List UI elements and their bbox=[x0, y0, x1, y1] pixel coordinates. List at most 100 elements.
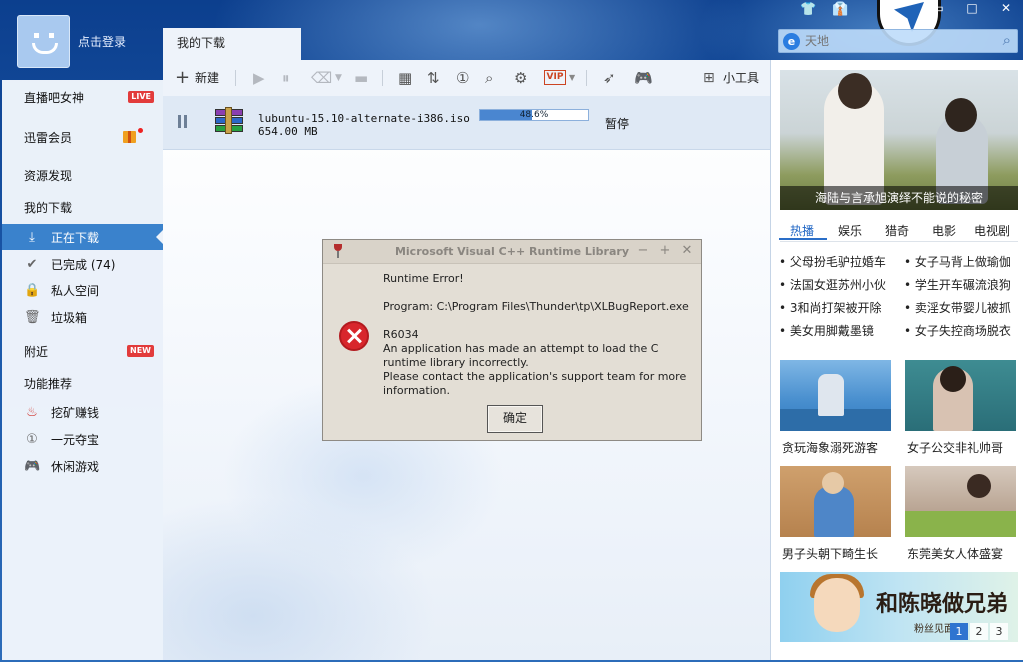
browser-icon: e bbox=[783, 33, 800, 50]
sidebar-section-recommend: 功能推荐 bbox=[2, 370, 163, 396]
minimize-button[interactable]: ▭ bbox=[921, 0, 955, 18]
sidebar-item-discover[interactable]: 资源发现 bbox=[2, 162, 163, 188]
coin-icon: ① bbox=[26, 431, 38, 447]
login-link[interactable]: 点击登录 bbox=[78, 33, 126, 50]
toolbar-divider bbox=[586, 70, 587, 86]
news-link[interactable]: • 学生开车碾流浪狗 bbox=[904, 276, 1020, 293]
recommend-panel: 海陆与言承旭演绎不能说的秘密 热播 娱乐 猎奇 电影 电视剧 • 父母扮毛驴拉婚… bbox=[770, 60, 1023, 660]
sidebar-item-label: 已完成 (74) bbox=[51, 257, 116, 272]
dialog-minimize-button[interactable]: − bbox=[635, 243, 651, 258]
search-icon[interactable]: ⌕ bbox=[485, 68, 493, 88]
news-link[interactable]: • 父母扮毛驴拉婚车 bbox=[779, 253, 895, 270]
winrar-file-icon bbox=[213, 107, 245, 135]
pager-dot-3[interactable]: 3 bbox=[990, 623, 1008, 640]
tab-tv[interactable]: 电视剧 bbox=[974, 222, 1010, 239]
banner-person-head bbox=[945, 98, 977, 132]
pager-dot-2[interactable]: 2 bbox=[970, 623, 988, 640]
sidebar-item-treasure[interactable]: ① 一元夺宝 bbox=[2, 426, 163, 452]
dialog-controls: − + ✕ bbox=[635, 243, 695, 258]
video-caption[interactable]: 东莞美女人体盛宴 bbox=[907, 545, 1003, 562]
video-caption[interactable]: 女子公交非礼帅哥 bbox=[907, 439, 1003, 456]
video-thumbnail[interactable] bbox=[905, 360, 1016, 431]
sidebar-item-my-downloads[interactable]: 我的下载 bbox=[2, 194, 163, 220]
maximize-button[interactable]: □ bbox=[955, 0, 989, 18]
new-task-button[interactable]: 新建 bbox=[195, 68, 219, 88]
tab-entertainment[interactable]: 娱乐 bbox=[838, 222, 862, 239]
vip-icon[interactable]: VIP bbox=[544, 70, 566, 85]
progress-text: 48.6% bbox=[519, 110, 549, 120]
grid-view-icon[interactable]: ▦ bbox=[398, 68, 412, 88]
dialog-maximize-button[interactable]: + bbox=[657, 243, 673, 258]
sidebar-item-label: 直播吧女神 bbox=[24, 90, 85, 105]
featured-banner[interactable]: 海陆与言承旭演绎不能说的秘密 bbox=[780, 70, 1018, 210]
sidebar-item-label: 挖矿赚钱 bbox=[51, 405, 100, 420]
tab-curious[interactable]: 猎奇 bbox=[885, 222, 909, 239]
start-icon[interactable]: ▶ bbox=[253, 68, 265, 88]
user-avatar[interactable] bbox=[17, 15, 70, 68]
pager-dot-1[interactable]: 1 bbox=[950, 623, 968, 640]
tab-movies[interactable]: 电影 bbox=[932, 222, 956, 239]
news-title: 学生开车碾流浪狗 bbox=[914, 278, 1011, 292]
gift-icon bbox=[123, 131, 136, 143]
sidebar-item-vip[interactable]: 迅雷会员 bbox=[2, 124, 163, 150]
video-caption[interactable]: 贪玩海象溺死游客 bbox=[782, 439, 878, 456]
status-text: 暂停 bbox=[605, 117, 630, 131]
sidebar-item-private[interactable]: 🔒 私人空间 bbox=[2, 277, 163, 303]
trash-icon: 🗑 bbox=[24, 309, 41, 325]
toolbar-divider bbox=[235, 70, 236, 86]
tab-my-downloads[interactable]: 我的下载 bbox=[163, 28, 301, 60]
rar-strap bbox=[225, 107, 232, 134]
news-link[interactable]: • 法国女逛苏州小伙 bbox=[779, 276, 895, 293]
sidebar-item-nearby[interactable]: 附近 NEW bbox=[2, 338, 163, 364]
video-thumbnail[interactable] bbox=[780, 466, 891, 537]
new-badge: NEW bbox=[127, 345, 154, 357]
one-icon[interactable]: ① bbox=[456, 68, 469, 88]
sidebar-item-downloading[interactable]: ⤓ 正在下载 bbox=[2, 224, 163, 250]
news-link[interactable]: • 女子马背上做瑜伽 bbox=[904, 253, 1020, 270]
table-row[interactable]: lubuntu-15.10-alternate-i386.iso 654.00 … bbox=[163, 96, 770, 150]
speed-icon[interactable]: ➶ bbox=[603, 68, 616, 88]
avatar-eye-left bbox=[34, 33, 39, 38]
file-size: 654.00 MB bbox=[258, 125, 318, 138]
search-box: e ⌕ bbox=[778, 29, 1018, 53]
video-thumbnail[interactable] bbox=[780, 360, 891, 431]
shirt-icon[interactable]: 👔 bbox=[832, 2, 848, 17]
pause-button[interactable] bbox=[177, 115, 189, 129]
video-caption[interactable]: 男子头朝下畸生长 bbox=[782, 545, 878, 562]
lock-icon: 🔒 bbox=[24, 282, 41, 298]
sidebar-item-label: 正在下载 bbox=[51, 230, 100, 245]
checkmark-icon: ✔ bbox=[26, 256, 38, 272]
gamepad-icon[interactable]: 🎮 bbox=[634, 68, 653, 88]
sidebar-item-mining[interactable]: ♨ 挖矿赚钱 bbox=[2, 399, 163, 425]
tab-hot[interactable]: 热播 bbox=[790, 222, 814, 239]
pause-icon[interactable]: ⏸ bbox=[282, 68, 290, 88]
search-input[interactable] bbox=[805, 32, 991, 50]
skin-icon[interactable]: 👕 bbox=[800, 2, 816, 17]
chevron-down-icon[interactable]: ▼ bbox=[335, 68, 342, 88]
news-link[interactable]: • 女子失控商场脱衣 bbox=[904, 322, 1020, 339]
news-link[interactable]: • 卖淫女带婴儿被抓 bbox=[904, 299, 1020, 316]
close-button[interactable]: ✕ bbox=[989, 0, 1023, 18]
news-link[interactable]: • 3和尚打架被开除 bbox=[779, 299, 895, 316]
sidebar-item-trash[interactable]: 🗑 垃圾箱 bbox=[2, 304, 163, 330]
gear-icon[interactable]: ⚙ bbox=[514, 68, 527, 88]
video-thumbnail[interactable] bbox=[905, 466, 1016, 537]
news-title: 卖淫女带婴儿被抓 bbox=[914, 301, 1011, 315]
sidebar-item-games[interactable]: 🎮 休闲游戏 bbox=[2, 453, 163, 479]
sidebar-item-completed[interactable]: ✔ 已完成 (74) bbox=[2, 251, 163, 277]
dialog-close-button[interactable]: ✕ bbox=[679, 243, 695, 258]
search-icon[interactable]: ⌕ bbox=[1003, 31, 1011, 49]
sidebar-item-label: 一元夺宝 bbox=[51, 432, 100, 447]
news-link[interactable]: • 美女用脚戴墨镜 bbox=[779, 322, 895, 339]
sidebar-item-live[interactable]: 直播吧女神 LIVE bbox=[2, 84, 163, 110]
new-task-icon[interactable]: + bbox=[175, 68, 190, 88]
folder-icon[interactable]: ▬ bbox=[354, 68, 368, 88]
ok-button[interactable]: 确定 bbox=[487, 405, 543, 433]
sort-icon[interactable]: ⇅ bbox=[427, 68, 440, 88]
vip-chevron-icon[interactable]: ▼ bbox=[569, 68, 575, 88]
delete-icon[interactable]: ⌫ bbox=[311, 68, 332, 88]
tools-button[interactable]: 小工具 bbox=[723, 68, 759, 88]
sidebar-item-label: 垃圾箱 bbox=[51, 310, 88, 325]
news-title: 美女用脚戴墨镜 bbox=[789, 324, 874, 338]
toolbox-icon[interactable]: ⊞ bbox=[703, 68, 715, 88]
